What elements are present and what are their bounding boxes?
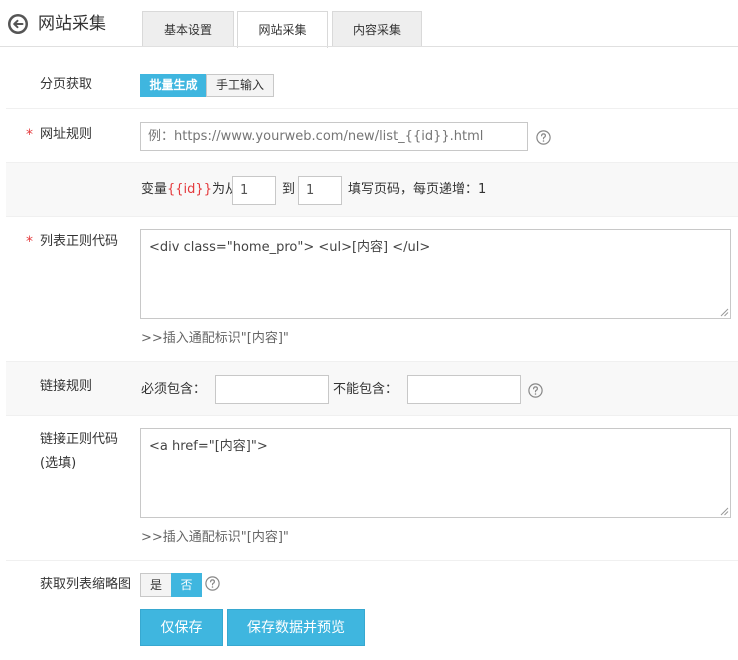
list-regex-label: 列表正则代码 (40, 234, 119, 249)
paging-option-batch[interactable]: 批量生成 (140, 74, 207, 97)
paging-label: 分页获取 (40, 77, 93, 92)
variable-text: 变量{{id}}为从 (141, 182, 238, 197)
page-from-input[interactable] (232, 176, 276, 205)
to-text: 到 (282, 182, 296, 197)
help-icon[interactable] (528, 383, 543, 398)
tab-basic-settings[interactable]: 基本设置 (142, 11, 234, 47)
thumbnail-option-yes[interactable]: 是 (140, 573, 172, 597)
save-and-preview-button[interactable]: 保存数据并预览 (227, 609, 365, 646)
page-to-input[interactable] (298, 176, 342, 205)
resize-grip-icon[interactable] (720, 308, 729, 317)
resize-grip-icon[interactable] (720, 507, 729, 516)
required-mark: * (26, 234, 33, 250)
header: 网站采集 基本设置 网站采集 内容采集 (0, 0, 738, 48)
row-divider (6, 216, 738, 217)
link-regex-optional-note: (选填) (40, 456, 77, 471)
row-divider (6, 108, 738, 109)
must-include-label: 必须包含： (141, 382, 207, 397)
row-divider (6, 415, 738, 416)
url-rule-label: 网址规则 (40, 127, 93, 142)
page-increment-text: 填写页码，每页递增：1 (348, 182, 487, 197)
must-include-input[interactable] (215, 375, 329, 404)
insert-wildcard-link[interactable]: >>插入通配标识"[内容]" (141, 329, 289, 349)
must-exclude-input[interactable] (407, 375, 521, 404)
paging-option-manual[interactable]: 手工输入 (206, 74, 274, 97)
tab-site-crawl[interactable]: 网站采集 (237, 11, 328, 48)
back-arrow-icon[interactable] (7, 13, 29, 35)
url-rule-input[interactable] (140, 122, 528, 151)
save-only-button[interactable]: 仅保存 (140, 609, 223, 646)
must-exclude-label: 不能包含： (333, 382, 399, 397)
link-regex-label: 链接正则代码 (40, 432, 119, 447)
required-mark: * (26, 127, 33, 143)
tab-underline (0, 46, 738, 47)
thumbnail-label: 获取列表缩略图 (40, 577, 132, 592)
link-regex-textarea[interactable]: <a href="[内容]"> (140, 428, 731, 518)
help-icon[interactable] (205, 576, 220, 591)
page-title: 网站采集 (38, 14, 106, 34)
insert-wildcard-link[interactable]: >>插入通配标识"[内容]" (141, 528, 289, 548)
row-divider (6, 560, 738, 561)
thumbnail-option-no[interactable]: 否 (171, 573, 202, 597)
variable-token: {{id}} (167, 182, 212, 197)
tab-content-crawl[interactable]: 内容采集 (332, 11, 422, 47)
help-icon[interactable] (536, 130, 551, 145)
list-regex-textarea[interactable]: <div class="home_pro"> <ul>[内容] </ul> (140, 229, 731, 319)
link-rule-label: 链接规则 (40, 379, 93, 394)
